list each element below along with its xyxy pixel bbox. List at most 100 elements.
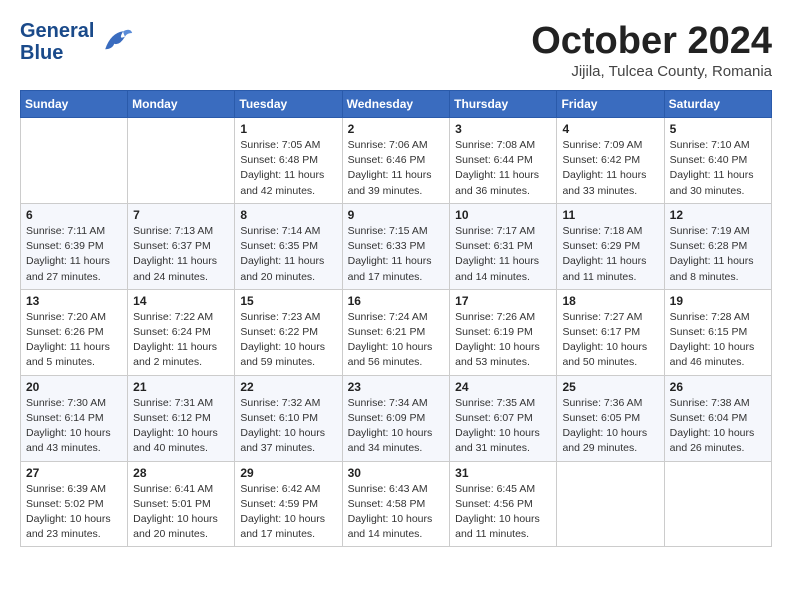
day-number: 22 xyxy=(240,380,336,394)
location-subtitle: Jijila, Tulcea County, Romania xyxy=(531,63,772,80)
day-number: 21 xyxy=(133,380,229,394)
day-info: Sunrise: 7:26 AM Sunset: 6:19 PM Dayligh… xyxy=(455,310,551,371)
calendar-day-cell: 8 Sunrise: 7:14 AM Sunset: 6:35 PM Daylig… xyxy=(235,203,342,289)
day-number: 25 xyxy=(562,380,658,394)
day-info: Sunrise: 7:30 AM Sunset: 6:14 PM Dayligh… xyxy=(26,396,122,457)
day-number: 13 xyxy=(26,294,122,308)
day-info: Sunrise: 7:08 AM Sunset: 6:44 PM Dayligh… xyxy=(455,138,551,199)
day-info: Sunrise: 7:20 AM Sunset: 6:26 PM Dayligh… xyxy=(26,310,122,371)
day-info: Sunrise: 7:10 AM Sunset: 6:40 PM Dayligh… xyxy=(670,138,766,199)
calendar-day-cell: 11 Sunrise: 7:18 AM Sunset: 6:29 PM Dayli… xyxy=(557,203,664,289)
day-number: 1 xyxy=(240,122,336,136)
day-number: 14 xyxy=(133,294,229,308)
day-of-week-header: Tuesday xyxy=(235,91,342,118)
day-info: Sunrise: 7:06 AM Sunset: 6:46 PM Dayligh… xyxy=(348,138,445,199)
calendar-day-cell xyxy=(21,118,128,204)
month-title: October 2024 xyxy=(531,20,772,63)
calendar-day-cell: 24 Sunrise: 7:35 AM Sunset: 6:07 PM Dayli… xyxy=(450,375,557,461)
calendar-day-cell: 13 Sunrise: 7:20 AM Sunset: 6:26 PM Dayli… xyxy=(21,289,128,375)
calendar-day-cell: 27 Sunrise: 6:39 AM Sunset: 5:02 PM Dayli… xyxy=(21,461,128,547)
day-info: Sunrise: 6:43 AM Sunset: 4:58 PM Dayligh… xyxy=(348,482,445,543)
day-number: 30 xyxy=(348,466,445,480)
day-number: 11 xyxy=(562,208,658,222)
day-info: Sunrise: 7:17 AM Sunset: 6:31 PM Dayligh… xyxy=(455,224,551,285)
day-number: 17 xyxy=(455,294,551,308)
day-number: 3 xyxy=(455,122,551,136)
logo-bird-icon xyxy=(98,24,134,60)
day-number: 6 xyxy=(26,208,122,222)
calendar-day-cell: 14 Sunrise: 7:22 AM Sunset: 6:24 PM Dayli… xyxy=(128,289,235,375)
day-number: 23 xyxy=(348,380,445,394)
day-info: Sunrise: 7:14 AM Sunset: 6:35 PM Dayligh… xyxy=(240,224,336,285)
calendar-day-cell: 2Sunrise: 7:06 AM Sunset: 6:46 PM Daylig… xyxy=(342,118,450,204)
day-number: 4 xyxy=(562,122,658,136)
calendar-day-cell: 20 Sunrise: 7:30 AM Sunset: 6:14 PM Dayli… xyxy=(21,375,128,461)
day-number: 27 xyxy=(26,466,122,480)
calendar-day-cell: 25Sunrise: 7:36 AM Sunset: 6:05 PM Dayli… xyxy=(557,375,664,461)
day-number: 8 xyxy=(240,208,336,222)
day-number: 10 xyxy=(455,208,551,222)
day-of-week-header: Monday xyxy=(128,91,235,118)
logo-line1: General xyxy=(20,20,94,42)
day-number: 12 xyxy=(670,208,766,222)
calendar-day-cell: 6 Sunrise: 7:11 AM Sunset: 6:39 PM Daylig… xyxy=(21,203,128,289)
day-info: Sunrise: 7:18 AM Sunset: 6:29 PM Dayligh… xyxy=(562,224,658,285)
calendar-day-cell: 26Sunrise: 7:38 AM Sunset: 6:04 PM Dayli… xyxy=(664,375,771,461)
day-info: Sunrise: 7:13 AM Sunset: 6:37 PM Dayligh… xyxy=(133,224,229,285)
day-of-week-header: Friday xyxy=(557,91,664,118)
day-info: Sunrise: 7:27 AM Sunset: 6:17 PM Dayligh… xyxy=(562,310,658,371)
calendar-day-cell: 16Sunrise: 7:24 AM Sunset: 6:21 PM Dayli… xyxy=(342,289,450,375)
day-info: Sunrise: 7:22 AM Sunset: 6:24 PM Dayligh… xyxy=(133,310,229,371)
calendar-day-cell xyxy=(128,118,235,204)
day-of-week-header: Saturday xyxy=(664,91,771,118)
calendar-day-cell: 7Sunrise: 7:13 AM Sunset: 6:37 PM Daylig… xyxy=(128,203,235,289)
calendar-day-cell: 21 Sunrise: 7:31 AM Sunset: 6:12 PM Dayli… xyxy=(128,375,235,461)
calendar-day-cell: 5 Sunrise: 7:10 AM Sunset: 6:40 PM Daylig… xyxy=(664,118,771,204)
day-info: Sunrise: 6:39 AM Sunset: 5:02 PM Dayligh… xyxy=(26,482,122,543)
day-info: Sunrise: 7:05 AM Sunset: 6:48 PM Dayligh… xyxy=(240,138,336,199)
calendar-day-cell xyxy=(664,461,771,547)
calendar-week-row: 20 Sunrise: 7:30 AM Sunset: 6:14 PM Dayli… xyxy=(21,375,772,461)
day-info: Sunrise: 7:28 AM Sunset: 6:15 PM Dayligh… xyxy=(670,310,766,371)
page-header: General Blue October 2024 Jijila, Tulcea… xyxy=(20,20,772,80)
calendar-day-cell: 15 Sunrise: 7:23 AM Sunset: 6:22 PM Dayli… xyxy=(235,289,342,375)
day-info: Sunrise: 7:24 AM Sunset: 6:21 PM Dayligh… xyxy=(348,310,445,371)
calendar-week-row: 1 Sunrise: 7:05 AM Sunset: 6:48 PM Daylig… xyxy=(21,118,772,204)
day-info: Sunrise: 7:32 AM Sunset: 6:10 PM Dayligh… xyxy=(240,396,336,457)
day-number: 29 xyxy=(240,466,336,480)
calendar-day-cell: 4 Sunrise: 7:09 AM Sunset: 6:42 PM Daylig… xyxy=(557,118,664,204)
calendar-day-cell: 17 Sunrise: 7:26 AM Sunset: 6:19 PM Dayli… xyxy=(450,289,557,375)
day-info: Sunrise: 6:45 AM Sunset: 4:56 PM Dayligh… xyxy=(455,482,551,543)
calendar-day-cell: 28 Sunrise: 6:41 AM Sunset: 5:01 PM Dayli… xyxy=(128,461,235,547)
title-block: October 2024 Jijila, Tulcea County, Roma… xyxy=(531,20,772,80)
day-info: Sunrise: 6:42 AM Sunset: 4:59 PM Dayligh… xyxy=(240,482,336,543)
day-info: Sunrise: 7:38 AM Sunset: 6:04 PM Dayligh… xyxy=(670,396,766,457)
calendar-day-cell: 23 Sunrise: 7:34 AM Sunset: 6:09 PM Dayli… xyxy=(342,375,450,461)
day-info: Sunrise: 7:23 AM Sunset: 6:22 PM Dayligh… xyxy=(240,310,336,371)
calendar-day-cell: 9 Sunrise: 7:15 AM Sunset: 6:33 PM Daylig… xyxy=(342,203,450,289)
day-number: 28 xyxy=(133,466,229,480)
day-info: Sunrise: 7:11 AM Sunset: 6:39 PM Dayligh… xyxy=(26,224,122,285)
calendar-header-row: SundayMondayTuesdayWednesdayThursdayFrid… xyxy=(21,91,772,118)
calendar-day-cell: 18 Sunrise: 7:27 AM Sunset: 6:17 PM Dayli… xyxy=(557,289,664,375)
day-info: Sunrise: 7:31 AM Sunset: 6:12 PM Dayligh… xyxy=(133,396,229,457)
calendar-day-cell xyxy=(557,461,664,547)
calendar-day-cell: 12Sunrise: 7:19 AM Sunset: 6:28 PM Dayli… xyxy=(664,203,771,289)
day-number: 15 xyxy=(240,294,336,308)
day-number: 5 xyxy=(670,122,766,136)
day-number: 20 xyxy=(26,380,122,394)
day-info: Sunrise: 7:15 AM Sunset: 6:33 PM Dayligh… xyxy=(348,224,445,285)
day-info: Sunrise: 6:41 AM Sunset: 5:01 PM Dayligh… xyxy=(133,482,229,543)
day-info: Sunrise: 7:35 AM Sunset: 6:07 PM Dayligh… xyxy=(455,396,551,457)
calendar-day-cell: 29 Sunrise: 6:42 AM Sunset: 4:59 PM Dayli… xyxy=(235,461,342,547)
day-number: 24 xyxy=(455,380,551,394)
day-number: 18 xyxy=(562,294,658,308)
calendar-day-cell: 3 Sunrise: 7:08 AM Sunset: 6:44 PM Daylig… xyxy=(450,118,557,204)
day-number: 9 xyxy=(348,208,445,222)
calendar-table: SundayMondayTuesdayWednesdayThursdayFrid… xyxy=(20,90,772,547)
day-info: Sunrise: 7:09 AM Sunset: 6:42 PM Dayligh… xyxy=(562,138,658,199)
calendar-day-cell: 1 Sunrise: 7:05 AM Sunset: 6:48 PM Daylig… xyxy=(235,118,342,204)
logo: General Blue xyxy=(20,20,134,64)
day-info: Sunrise: 7:34 AM Sunset: 6:09 PM Dayligh… xyxy=(348,396,445,457)
calendar-day-cell: 22 Sunrise: 7:32 AM Sunset: 6:10 PM Dayli… xyxy=(235,375,342,461)
